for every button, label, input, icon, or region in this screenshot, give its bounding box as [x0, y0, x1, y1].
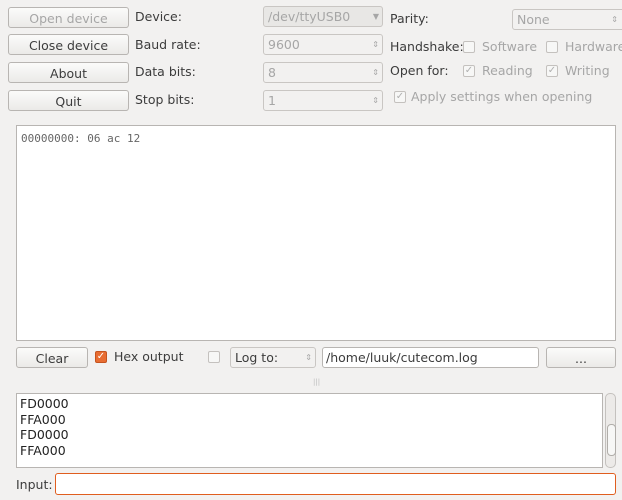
hex-output-checkbox[interactable]: ✓ — [95, 351, 107, 363]
parity-value: None — [517, 12, 550, 27]
hardware-label: Hardware — [565, 39, 622, 54]
log-path-value: /home/luuk/cutecom.log — [326, 350, 478, 365]
openfor-label: Open for: — [390, 63, 449, 78]
input-label: Input: — [16, 477, 53, 492]
stopbits-label: Stop bits: — [135, 92, 195, 107]
device-value: /dev/ttyUSB0 — [268, 9, 351, 24]
list-item[interactable]: FD0000 — [20, 396, 599, 412]
device-label: Device: — [135, 9, 182, 24]
logto-value: Log to: — [235, 350, 279, 365]
reading-label: Reading — [482, 63, 533, 78]
software-label: Software — [482, 39, 538, 54]
spin-arrows-icon: ⇕ — [372, 68, 379, 77]
databits-spinbox[interactable]: 8 ⇕ — [263, 62, 383, 83]
spin-arrows-icon: ⇕ — [372, 96, 379, 105]
handshake-label: Handshake: — [390, 39, 464, 54]
browse-button[interactable]: ... — [546, 347, 616, 368]
output-textarea[interactable]: 00000000: 06 ac 12 — [16, 125, 616, 341]
hex-output-label: Hex output — [114, 349, 184, 364]
apply-settings-checkbox[interactable]: ✓ — [394, 91, 406, 103]
log-path-field[interactable]: /home/luuk/cutecom.log — [322, 347, 539, 368]
parity-label: Parity: — [390, 11, 429, 26]
history-scrollbar[interactable] — [605, 393, 616, 468]
logto-combo[interactable]: Log to: ⇕ — [230, 347, 316, 368]
spin-arrows-icon: ⇕ — [372, 40, 379, 49]
input-field[interactable] — [55, 473, 616, 495]
writing-label: Writing — [565, 63, 610, 78]
writing-checkbox[interactable]: ✓ — [546, 65, 558, 77]
stopbits-value: 1 — [268, 93, 276, 108]
quit-button[interactable]: Quit — [8, 90, 129, 111]
baud-value: 9600 — [268, 37, 300, 52]
about-button[interactable]: About — [8, 62, 129, 83]
list-item[interactable]: FFA000 — [20, 412, 599, 428]
apply-settings-label: Apply settings when opening — [411, 89, 593, 104]
list-item[interactable]: FD0000 — [20, 427, 599, 443]
spin-arrows-icon: ⇕ — [305, 353, 312, 362]
parity-combo[interactable]: None ⇕ — [512, 9, 622, 30]
scrollbar-thumb[interactable] — [607, 424, 616, 456]
hardware-checkbox[interactable] — [546, 41, 558, 53]
databits-value: 8 — [268, 65, 276, 80]
clear-button[interactable]: Clear — [16, 347, 88, 368]
open-device-button[interactable]: Open device — [8, 7, 129, 28]
log-checkbox[interactable] — [208, 351, 220, 363]
chevron-down-icon: ▼ — [372, 12, 379, 21]
close-device-button[interactable]: Close device — [8, 34, 129, 55]
software-checkbox[interactable] — [463, 41, 475, 53]
device-combo[interactable]: /dev/ttyUSB0 ▼ — [263, 6, 383, 27]
output-text: 00000000: 06 ac 12 — [21, 132, 141, 145]
spin-arrows-icon: ⇕ — [611, 15, 618, 24]
stopbits-spinbox[interactable]: 1 ⇕ — [263, 90, 383, 111]
splitter-handle[interactable]: ||| — [313, 378, 320, 386]
history-list[interactable]: FD0000 FFA000 FD0000 FFA000 — [16, 393, 603, 468]
list-item[interactable]: FFA000 — [20, 443, 599, 459]
reading-checkbox[interactable]: ✓ — [463, 65, 475, 77]
databits-label: Data bits: — [135, 64, 196, 79]
baud-spinbox[interactable]: 9600 ⇕ — [263, 34, 383, 55]
baud-label: Baud rate: — [135, 37, 201, 52]
